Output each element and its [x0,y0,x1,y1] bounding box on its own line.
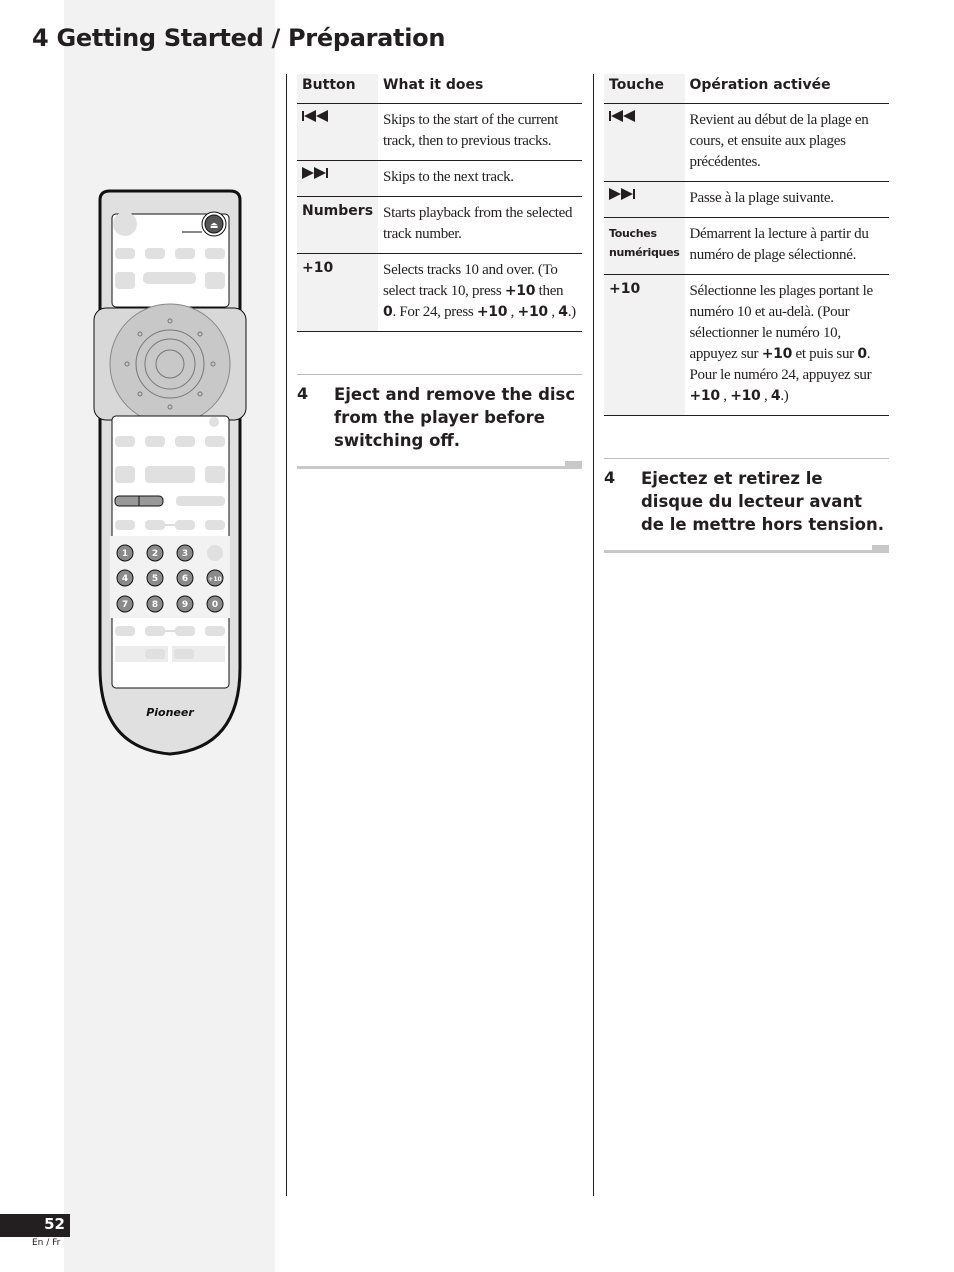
table-row: +10 Sélectionne les plages portant le nu… [604,274,889,416]
column-rule-left [286,74,287,1196]
english-column: Button What it does Skips to the start o… [297,74,582,469]
remote-key-label: 3 [182,549,188,559]
header-button: Button [297,74,379,104]
step-4-french: 4 Ejectez et retirez le disque du lecteu… [604,458,889,553]
row-description: Selects tracks 10 and over. (To select t… [378,253,582,332]
eject-icon: ⏏ [210,221,219,231]
step-number: 4 [297,384,309,403]
remote-key-label: 7 [122,600,128,610]
table-row: Skips to the start of the current track,… [297,103,582,161]
row-button-label: +10 [604,274,685,416]
row-button-label: Numbers [297,196,379,254]
french-column: Touche Opération activée Revient au débu… [604,74,889,553]
table-row: Skips to the next track. [297,160,582,197]
header-operation-activee: Opération activée [684,74,889,104]
row-description: Démarrent la lecture à partir du numéro … [684,217,889,275]
step-end-rule [297,461,582,469]
english-button-table: Button What it does Skips to the start o… [297,74,582,332]
remote-key-label: 0 [212,600,218,610]
table-row: +10 Selects tracks 10 and over. (To sele… [297,253,582,332]
remote-key-label: 5 [152,574,158,584]
step-text: Eject and remove the disc from the playe… [334,385,576,450]
table-row: Revient au début de la plage en cours, e… [604,103,889,182]
skip-back-icon [609,110,635,122]
header-touche: Touche [604,74,685,104]
remote-key [207,545,223,561]
skip-back-icon [302,110,328,122]
remote-key-label: 8 [152,600,158,610]
row-button-label: Touches numériques [604,217,685,275]
skip-forward-icon [609,188,635,200]
remote-key-label: 1 [122,549,128,559]
row-description: Passe à la plage suivante. [684,181,889,218]
row-button-label: +10 [297,253,379,332]
remote-key-label: 4 [122,574,128,584]
header-what-it-does: What it does [378,74,582,104]
row-description: Sélectionne les plages portant le numéro… [684,274,889,416]
row-description: Skips to the start of the current track,… [378,103,582,161]
page-title: 4 Getting Started / Préparation [32,24,446,52]
step-4-english: 4 Eject and remove the disc from the pla… [297,374,582,469]
remote-key-label: 9 [182,600,188,610]
remote-key-label: +10 [208,576,221,583]
page-number: 52 [44,1215,65,1233]
remote-key-label: 2 [152,549,158,559]
remote-control-illustration: ⏏ 1 2 3 4 5 6 +10 7 8 9 0 Pioneer [90,188,250,758]
language-label: En / Fr [32,1238,61,1248]
table-row: Passe à la plage suivante. [604,181,889,218]
step-end-rule [604,545,889,553]
step-number: 4 [604,468,616,487]
step-text: Ejectez et retirez le disque du lecteur … [641,469,885,534]
pioneer-logo: Pioneer [146,706,194,719]
skip-forward-icon [302,167,328,179]
french-button-table: Touche Opération activée Revient au débu… [604,74,889,416]
column-rule-right [593,74,594,1196]
table-row: Numbers Starts playback from the selecte… [297,196,582,254]
row-description: Skips to the next track. [378,160,582,197]
row-description: Starts playback from the selected track … [378,196,582,254]
table-row: Touches numériques Démarrent la lecture à… [604,217,889,275]
page-number-box: 52 [0,1214,70,1237]
remote-key-label: 6 [182,574,188,584]
row-description: Revient au début de la plage en cours, e… [684,103,889,182]
